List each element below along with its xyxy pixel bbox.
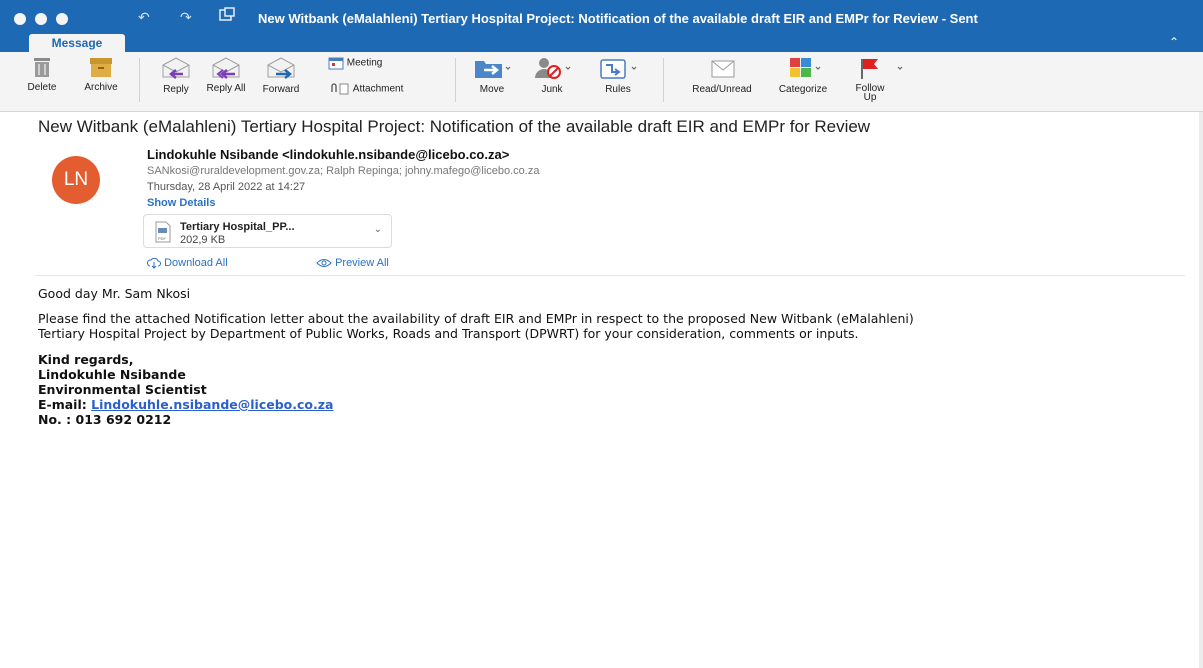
closing: Kind regards, [38, 352, 134, 367]
eye-icon [316, 259, 332, 268]
pdf-type-label: PDF [158, 236, 167, 241]
meeting-button[interactable]: Meeting [328, 56, 408, 70]
delete-button[interactable]: Delete [25, 55, 59, 93]
zoom-window-button[interactable] [56, 13, 68, 25]
forward-button[interactable]: Forward [258, 55, 304, 95]
greeting: Good day Mr. Sam Nkosi [38, 286, 191, 301]
sender[interactable]: Lindokuhle Nsibande <lindokuhle.nsibande… [147, 147, 509, 162]
reply-icon [162, 57, 190, 79]
collapse-ribbon-icon[interactable]: ⌃ [1169, 35, 1179, 49]
junk-icon [535, 58, 571, 79]
move-button[interactable]: Move [470, 55, 514, 95]
rules-icon [600, 59, 637, 79]
signature-phone: No. : 013 692 0212 [38, 412, 172, 427]
attachment-name: Tertiary Hospital_PP... [180, 221, 295, 233]
mail-window: ↶ ↷ New Witbank (eMalahleni) Tertiary Ho… [0, 0, 1203, 668]
recipients[interactable]: SANkosi@ruraldevelopment.gov.za; Ralph R… [147, 165, 539, 177]
forward-icon [267, 57, 295, 79]
ribbon-toolbar: Delete Archive Reply Reply All Forward M… [0, 52, 1203, 112]
pdf-file-icon: PDF [155, 221, 171, 243]
attachment-button[interactable]: Attachment [328, 82, 438, 96]
body-paragraph-line-2: Tertiary Hospital Project by Department … [38, 326, 859, 341]
signature-email: E-mail: Lindokuhle.nsibande@licebo.co.za [38, 397, 334, 412]
junk-button[interactable]: Junk [532, 55, 572, 95]
ribbon-tab-strip: Message ⌃ [0, 34, 1203, 52]
sent-date: Thursday, 28 April 2022 at 14:27 [147, 181, 306, 193]
attachment-card[interactable]: PDF Tertiary Hospital_PP... 202,9 KB ⌄ [143, 214, 392, 248]
ribbon-separator [663, 58, 664, 102]
preview-all-link[interactable]: Preview All [316, 257, 389, 269]
body-paragraph-line-1: Please find the attached Notification le… [38, 311, 914, 326]
calendar-icon [328, 57, 344, 70]
header-divider [35, 275, 1185, 276]
reply-all-icon [212, 57, 240, 79]
categorize-button[interactable]: Categorize [770, 55, 836, 95]
reply-button[interactable]: Reply [156, 55, 196, 95]
signature-title: Environmental Scientist [38, 382, 207, 397]
archive-box-icon [90, 58, 112, 77]
follow-up-button[interactable]: Follow Up [850, 55, 903, 103]
signature-name: Lindokuhle Nsibande [38, 367, 186, 382]
ribbon-separator [139, 58, 140, 102]
sender-avatar: LN [52, 156, 100, 204]
download-all-link[interactable]: Download All [146, 257, 228, 269]
email-link[interactable]: Lindokuhle.nsibande@licebo.co.za [91, 397, 333, 412]
message-subject: New Witbank (eMalahleni) Tertiary Hospit… [38, 117, 871, 136]
tab-message[interactable]: Message [29, 34, 125, 52]
categorize-icon [790, 58, 821, 77]
close-window-button[interactable] [14, 13, 26, 25]
minimize-window-button[interactable] [35, 13, 47, 25]
move-folder-icon [475, 61, 511, 78]
undo-icon[interactable]: ↶ [138, 9, 150, 26]
rules-button[interactable]: Rules [598, 55, 638, 95]
scrollbar[interactable] [1199, 112, 1203, 668]
ribbon-separator [455, 58, 456, 102]
window-title: New Witbank (eMalahleni) Tertiary Hospit… [258, 11, 978, 26]
attachment-size: 202,9 KB [180, 234, 226, 246]
quick-access-icon[interactable] [218, 6, 236, 27]
flag-icon [861, 59, 903, 79]
read-unread-button[interactable]: Read/Unread [680, 55, 764, 95]
redo-icon[interactable]: ↷ [180, 9, 192, 26]
chevron-down-icon[interactable]: ⌄ [374, 224, 382, 235]
title-bar: ↶ ↷ New Witbank (eMalahleni) Tertiary Ho… [0, 0, 1203, 34]
envelope-icon [711, 60, 735, 78]
show-details-link[interactable]: Show Details [147, 197, 215, 209]
paperclip-icon [331, 83, 349, 95]
cloud-download-icon [146, 257, 161, 269]
archive-button[interactable]: Archive [79, 55, 123, 93]
reply-all-button[interactable]: Reply All [206, 55, 246, 94]
trash-icon [34, 58, 50, 77]
